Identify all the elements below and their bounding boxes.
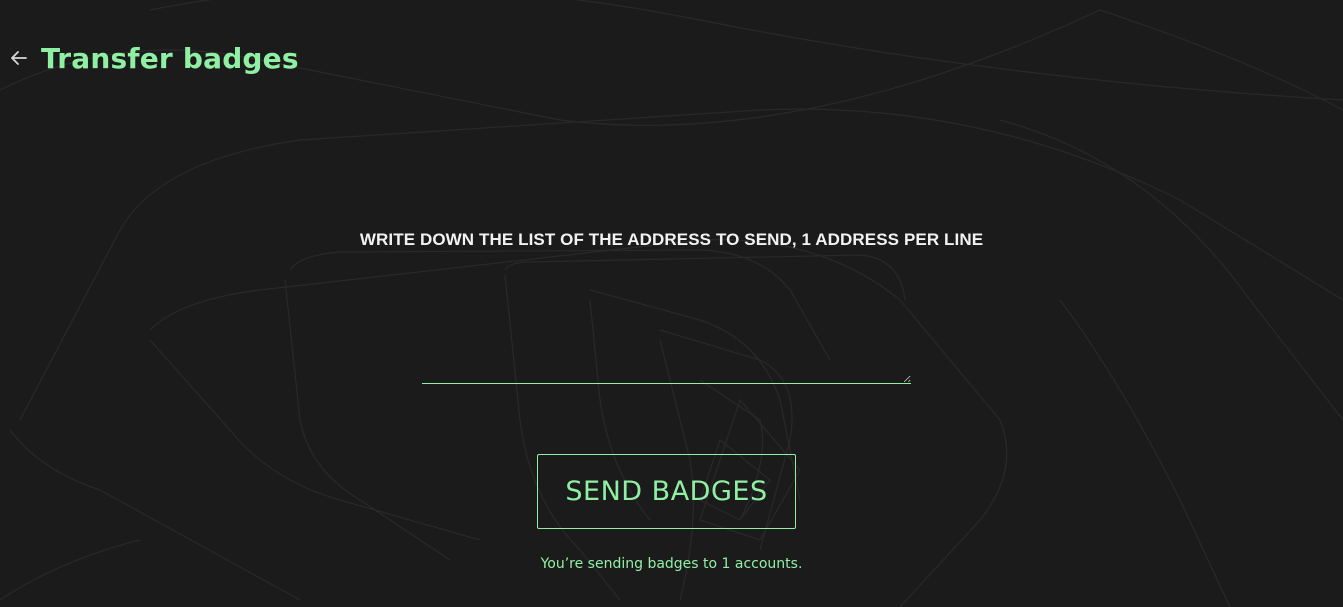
address-list-instruction: WRITE DOWN THE LIST OF THE ADDRESS TO SE… (359, 230, 984, 249)
address-list-textarea[interactable] (422, 273, 911, 384)
send-badges-button[interactable]: SEND BADGES (537, 454, 796, 529)
page-header: Transfer badges (10, 38, 299, 78)
arrow-left-icon (11, 51, 27, 65)
back-button[interactable] (10, 49, 28, 67)
sending-status-text: You’re sending badges to 1 accounts. (540, 556, 803, 572)
page-title: Transfer badges (41, 41, 299, 75)
